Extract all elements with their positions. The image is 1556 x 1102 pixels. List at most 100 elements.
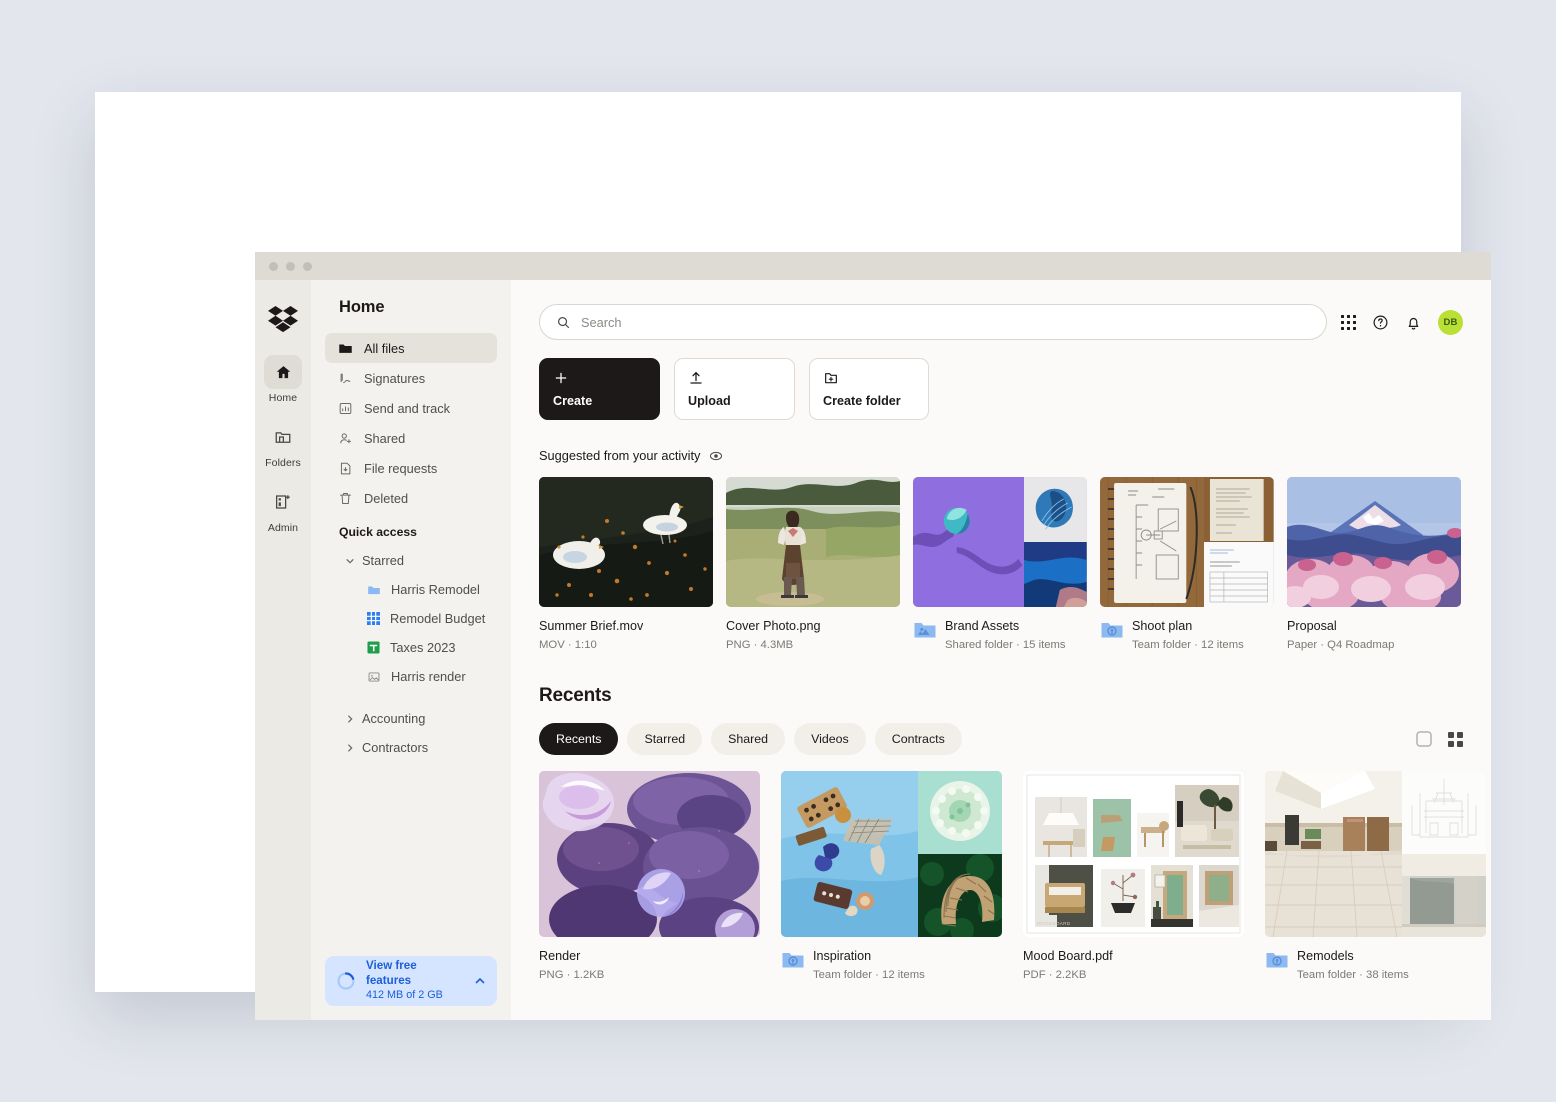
upload-button[interactable]: Upload	[674, 358, 795, 420]
window-zoom-button[interactable]	[303, 262, 312, 271]
chevron-up-icon[interactable]	[474, 975, 486, 987]
sidebar-item-signatures[interactable]: Signatures	[325, 363, 497, 393]
sidebar-item-deleted-label: Deleted	[364, 491, 408, 506]
rail-item-folders[interactable]: Folders	[255, 420, 311, 469]
page-card: Home Folders	[95, 92, 1461, 992]
list-view-icon[interactable]	[1416, 731, 1432, 747]
tree-group-accounting-label: Accounting	[362, 711, 425, 726]
main-content: DB Create	[511, 280, 1491, 1020]
recent-card-meta: Render PNG · 1.2KB	[539, 948, 760, 983]
signature-icon	[338, 371, 353, 386]
suggested-card-subtitle: Team folder · 12 items	[1132, 638, 1244, 653]
bell-icon[interactable]	[1405, 314, 1422, 331]
tree-item-harris-render[interactable]: Harris render	[325, 662, 497, 691]
window-close-button[interactable]	[269, 262, 278, 271]
suggested-card[interactable]: Proposal Paper · Q4 Roadmap	[1287, 477, 1461, 653]
sidebar-item-send-and-track[interactable]: Send and track	[325, 393, 497, 423]
suggested-card[interactable]: Summer Brief.mov MOV · 1:10	[539, 477, 713, 653]
sidebar-item-file-requests-label: File requests	[364, 461, 437, 476]
tree-group-starred[interactable]: Starred	[325, 546, 497, 575]
tree-group-accounting[interactable]: Accounting	[325, 704, 497, 733]
tree-group-contractors[interactable]: Contractors	[325, 733, 497, 762]
filter-chip-contracts[interactable]: Contracts	[875, 723, 962, 755]
rail-item-folders-label: Folders	[265, 457, 301, 469]
upload-arrow-icon	[688, 370, 781, 386]
suggested-card-subtitle: PNG · 4.3MB	[726, 638, 821, 653]
top-bar: DB	[539, 304, 1463, 340]
tree-group-contractors-label: Contractors	[362, 740, 428, 755]
filter-chip-videos[interactable]: Videos	[794, 723, 866, 755]
recent-card-subtitle: Team folder · 38 items	[1297, 968, 1409, 983]
create-folder-button[interactable]: Create folder	[809, 358, 929, 420]
notebook-collage	[1100, 477, 1274, 607]
tree-item-taxes-2023[interactable]: Taxes 2023	[325, 633, 497, 662]
recent-card-meta: Remodels Team folder · 38 items	[1265, 948, 1486, 983]
rail-item-home[interactable]: Home	[255, 355, 311, 404]
suggested-heading: Suggested from your activity	[539, 448, 700, 463]
tree-item-harris-remodel[interactable]: Harris Remodel	[325, 575, 497, 604]
window-minimize-button[interactable]	[286, 262, 295, 271]
tree-item-remodel-budget[interactable]: Remodel Budget	[325, 604, 497, 633]
shared-person-icon	[338, 431, 353, 446]
rail-item-admin-label: Admin	[268, 522, 298, 534]
suggested-card-title: Proposal	[1287, 618, 1394, 634]
recent-card[interactable]: MOODBOARD Mood Board.pdf PDF · 2.2KB	[1023, 771, 1244, 983]
recents-grid: Render PNG · 1.2KB	[539, 771, 1463, 983]
suggested-card[interactable]: Brand Assets Shared folder · 15 items	[913, 477, 1087, 653]
recent-card[interactable]: Remodels Team folder · 38 items	[1265, 771, 1486, 983]
grid-view-icon[interactable]	[1448, 732, 1463, 747]
sidebar-item-all-files[interactable]: All files	[325, 333, 497, 363]
rail-item-admin[interactable]: Admin	[255, 485, 311, 534]
app-window: Home Folders	[255, 252, 1491, 1020]
home-icon	[264, 355, 302, 389]
search-icon	[556, 315, 571, 330]
dropbox-logo[interactable]	[268, 306, 298, 333]
recent-card[interactable]: Render PNG · 1.2KB	[539, 771, 760, 983]
avatar[interactable]: DB	[1438, 310, 1463, 335]
help-circle-icon[interactable]	[1372, 314, 1389, 331]
storage-upsell-card[interactable]: View free features 412 MB of 2 GB	[325, 956, 497, 1006]
suggested-card[interactable]: Shoot plan Team folder · 12 items	[1100, 477, 1274, 653]
storage-title: View free features	[366, 959, 464, 988]
sidebar-title: Home	[311, 298, 511, 333]
plus-icon	[553, 370, 646, 386]
suggested-card[interactable]: Cover Photo.png PNG · 4.3MB	[726, 477, 900, 653]
recent-card-subtitle: PNG · 1.2KB	[539, 968, 604, 983]
search-bar[interactable]	[539, 304, 1327, 340]
sidebar-item-shared-label: Shared	[364, 431, 405, 446]
suggested-card-subtitle: Shared folder · 15 items	[945, 638, 1066, 653]
folder-plus-icon	[823, 370, 915, 386]
rail-item-home-label: Home	[269, 392, 297, 404]
tree-item-remodel-budget-label: Remodel Budget	[390, 611, 485, 626]
recent-card[interactable]: Inspiration Team folder · 12 items	[781, 771, 1002, 983]
sidebar-item-file-requests[interactable]: File requests	[325, 453, 497, 483]
interior-collage	[1265, 771, 1486, 937]
suggested-heading-row: Suggested from your activity	[539, 448, 1463, 463]
recent-card-meta: Mood Board.pdf PDF · 2.2KB	[1023, 948, 1244, 983]
image-file-icon	[367, 670, 381, 684]
suggested-card-subtitle: Paper · Q4 Roadmap	[1287, 638, 1394, 653]
suggested-card-title: Shoot plan	[1132, 618, 1244, 634]
suggested-grid: Summer Brief.mov MOV · 1:10	[539, 477, 1463, 653]
recent-card-title: Mood Board.pdf	[1023, 948, 1113, 964]
filter-chip-starred[interactable]: Starred	[627, 723, 702, 755]
swans-photo	[539, 477, 713, 607]
filter-chip-shared[interactable]: Shared	[711, 723, 785, 755]
suggested-card-meta: Brand Assets Shared folder · 15 items	[913, 618, 1087, 653]
blue-objects-collage	[781, 771, 1002, 937]
sidebar-item-deleted[interactable]: Deleted	[325, 483, 497, 513]
mount-fuji-photo	[1287, 477, 1461, 607]
recent-card-meta: Inspiration Team folder · 12 items	[781, 948, 1002, 983]
recent-card-title: Remodels	[1297, 948, 1409, 964]
send-and-track-icon	[338, 401, 353, 416]
sidebar-item-shared[interactable]: Shared	[325, 423, 497, 453]
storage-subtitle: 412 MB of 2 GB	[366, 988, 464, 1003]
apps-grid-icon[interactable]	[1341, 315, 1356, 330]
moodboard-collage: MOODBOARD	[1023, 771, 1244, 937]
shared-folder-icon	[913, 618, 937, 642]
eye-icon[interactable]	[709, 449, 723, 463]
recents-filters: Recents Starred Shared Videos Contracts	[539, 723, 962, 755]
create-button[interactable]: Create	[539, 358, 660, 420]
search-input[interactable]	[581, 315, 1310, 330]
filter-chip-recents[interactable]: Recents	[539, 723, 618, 755]
